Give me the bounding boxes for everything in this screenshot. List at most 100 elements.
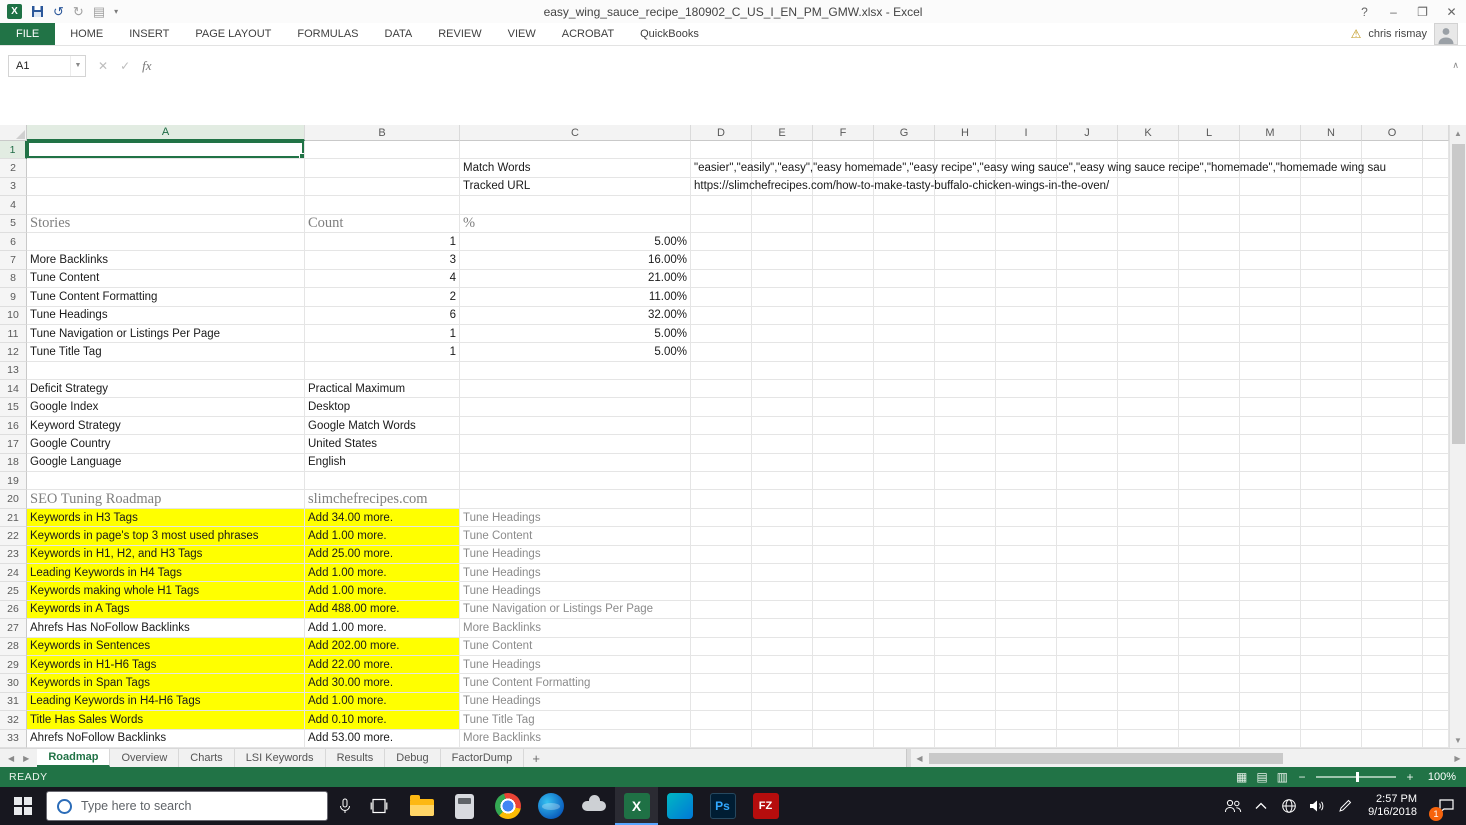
cell-O10[interactable] <box>1362 307 1423 325</box>
cell-J9[interactable] <box>1057 288 1118 306</box>
cell-L30[interactable] <box>1179 674 1240 692</box>
cell-L3[interactable] <box>1179 178 1240 196</box>
cell-E18[interactable] <box>752 454 813 472</box>
cell-J31[interactable] <box>1057 693 1118 711</box>
cell-J30[interactable] <box>1057 674 1118 692</box>
cell-N10[interactable] <box>1301 307 1362 325</box>
cell-E1[interactable] <box>752 141 813 159</box>
cell-I31[interactable] <box>996 693 1057 711</box>
row-header-31[interactable]: 31 <box>0 693 27 711</box>
cell-G17[interactable] <box>874 435 935 453</box>
cell-B24[interactable]: Add 1.00 more. <box>305 564 460 582</box>
cell-B4[interactable] <box>305 196 460 214</box>
cell-O17[interactable] <box>1362 435 1423 453</box>
cell-K24[interactable] <box>1118 564 1179 582</box>
cell-L1[interactable] <box>1179 141 1240 159</box>
cell-C16[interactable] <box>460 417 691 435</box>
row-header-1[interactable]: 1 <box>0 141 27 159</box>
cell-D25[interactable] <box>691 582 752 600</box>
account-area[interactable]: ⚠ chris rismay <box>1351 23 1466 45</box>
cell-F32[interactable] <box>813 711 874 729</box>
cell-A17[interactable]: Google Country <box>27 435 305 453</box>
cell-B31[interactable]: Add 1.00 more. <box>305 693 460 711</box>
cell-O28[interactable] <box>1362 638 1423 656</box>
cell-H5[interactable] <box>935 215 996 233</box>
cell-B30[interactable]: Add 30.00 more. <box>305 674 460 692</box>
cell-I24[interactable] <box>996 564 1057 582</box>
cell-H9[interactable] <box>935 288 996 306</box>
cell-N14[interactable] <box>1301 380 1362 398</box>
cell-O15[interactable] <box>1362 398 1423 416</box>
cell-D15[interactable] <box>691 398 752 416</box>
column-header-C[interactable]: C <box>460 125 691 141</box>
cell-D29[interactable] <box>691 656 752 674</box>
column-header-A[interactable]: A <box>27 125 305 141</box>
cell-E24[interactable] <box>752 564 813 582</box>
cell-E26[interactable] <box>752 601 813 619</box>
file-explorer-icon[interactable] <box>400 787 443 825</box>
row-header-12[interactable]: 12 <box>0 343 27 361</box>
cell-H30[interactable] <box>935 674 996 692</box>
cell-E12[interactable] <box>752 343 813 361</box>
cell-K21[interactable] <box>1118 509 1179 527</box>
cell-I29[interactable] <box>996 656 1057 674</box>
cell-M4[interactable] <box>1240 196 1301 214</box>
cell-A10[interactable]: Tune Headings <box>27 307 305 325</box>
cell-J6[interactable] <box>1057 233 1118 251</box>
cell-A23[interactable]: Keywords in H1, H2, and H3 Tags <box>27 546 305 564</box>
cell-N6[interactable] <box>1301 233 1362 251</box>
action-center-icon[interactable]: 1 <box>1426 787 1466 825</box>
cell-E10[interactable] <box>752 307 813 325</box>
cell-C28[interactable]: Tune Content <box>460 638 691 656</box>
cell-L5[interactable] <box>1179 215 1240 233</box>
cell-H7[interactable] <box>935 251 996 269</box>
cell-B21[interactable]: Add 34.00 more. <box>305 509 460 527</box>
cell-O1[interactable] <box>1362 141 1423 159</box>
cell-O19[interactable] <box>1362 472 1423 490</box>
cell-B8[interactable]: 4 <box>305 270 460 288</box>
cell-O4[interactable] <box>1362 196 1423 214</box>
cell-M23[interactable] <box>1240 546 1301 564</box>
cell-A33[interactable]: Ahrefs NoFollow Backlinks <box>27 730 305 748</box>
cell-J20[interactable] <box>1057 490 1118 508</box>
horizontal-scrollbar[interactable]: ◀ ▶ <box>911 749 1466 767</box>
cell-L18[interactable] <box>1179 454 1240 472</box>
cell-C14[interactable] <box>460 380 691 398</box>
row-header-29[interactable]: 29 <box>0 656 27 674</box>
cell-K7[interactable] <box>1118 251 1179 269</box>
cell-L23[interactable] <box>1179 546 1240 564</box>
zoom-in-icon[interactable]: + <box>1405 770 1415 784</box>
cell-H20[interactable] <box>935 490 996 508</box>
cell-I20[interactable] <box>996 490 1057 508</box>
page-layout-view-icon[interactable]: ▤ <box>1256 771 1267 783</box>
cell-H19[interactable] <box>935 472 996 490</box>
cell-C22[interactable]: Tune Content <box>460 527 691 545</box>
cell-K33[interactable] <box>1118 730 1179 748</box>
cell-G7[interactable] <box>874 251 935 269</box>
cell-N25[interactable] <box>1301 582 1362 600</box>
cell-G24[interactable] <box>874 564 935 582</box>
cell-E33[interactable] <box>752 730 813 748</box>
row-header-2[interactable]: 2 <box>0 159 27 177</box>
cell-K9[interactable] <box>1118 288 1179 306</box>
row-header-21[interactable]: 21 <box>0 509 27 527</box>
cell-E20[interactable] <box>752 490 813 508</box>
cell-D22[interactable] <box>691 527 752 545</box>
cell-E17[interactable] <box>752 435 813 453</box>
cell-L21[interactable] <box>1179 509 1240 527</box>
cell-O12[interactable] <box>1362 343 1423 361</box>
cell-H6[interactable] <box>935 233 996 251</box>
column-header-D[interactable]: D <box>691 125 752 141</box>
cell-J11[interactable] <box>1057 325 1118 343</box>
cell-M20[interactable] <box>1240 490 1301 508</box>
cell-I27[interactable] <box>996 619 1057 637</box>
cell-E19[interactable] <box>752 472 813 490</box>
cell-A22[interactable]: Keywords in page's top 3 most used phras… <box>27 527 305 545</box>
cell-O27[interactable] <box>1362 619 1423 637</box>
cell-L20[interactable] <box>1179 490 1240 508</box>
cell-F12[interactable] <box>813 343 874 361</box>
cell-G32[interactable] <box>874 711 935 729</box>
cell-J12[interactable] <box>1057 343 1118 361</box>
cell-N21[interactable] <box>1301 509 1362 527</box>
cell-F29[interactable] <box>813 656 874 674</box>
